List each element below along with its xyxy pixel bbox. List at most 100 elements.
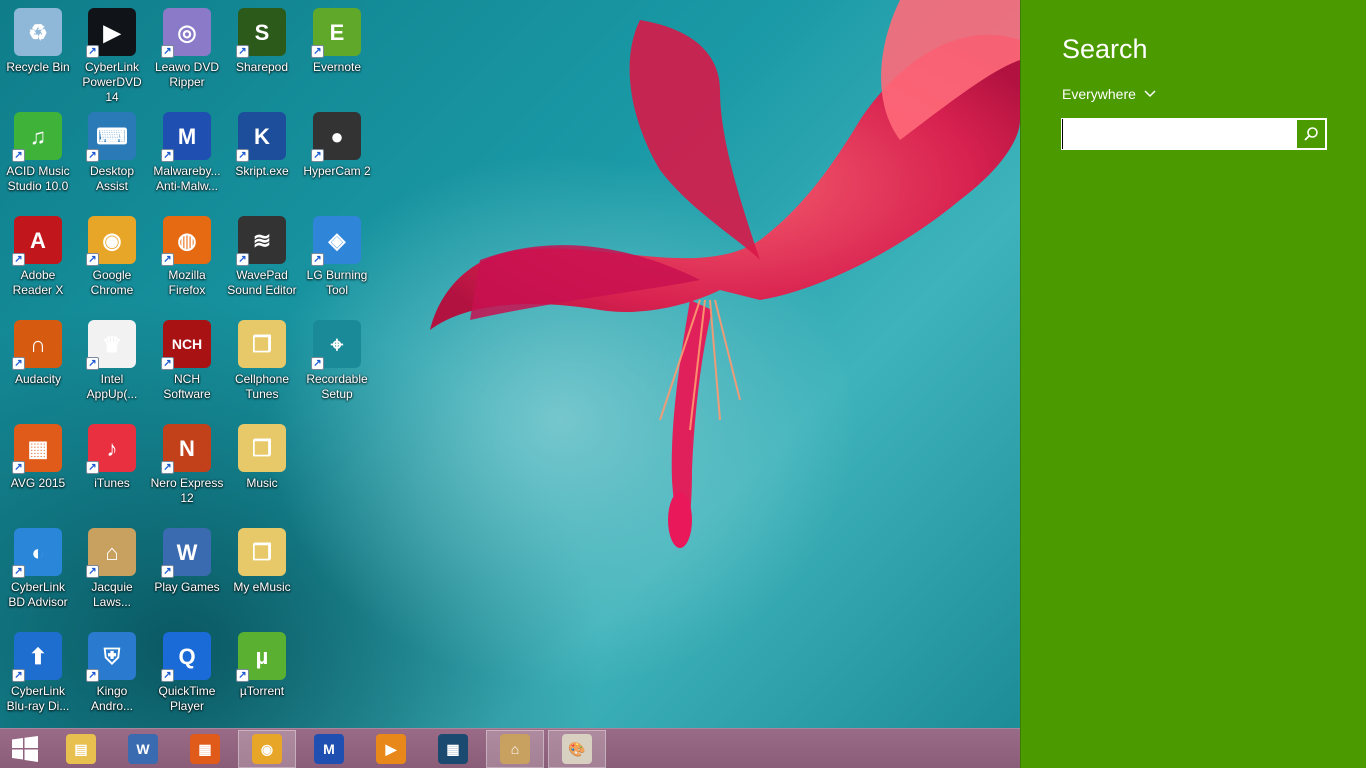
desktop-icon[interactable]: ◍ ↗ Mozilla Firefox: [149, 210, 225, 310]
desktop-icon[interactable]: ⌖ ↗ Recordable Setup: [299, 314, 375, 414]
shortcut-arrow-icon: ↗: [311, 45, 324, 58]
desktop-icon-label: Leawo DVD Ripper: [154, 60, 220, 89]
nero-icon: N ↗: [161, 424, 211, 474]
play-games-icon: W: [128, 734, 158, 764]
desktop-icon-label: Desktop Assist: [89, 164, 135, 193]
search-charm-pane: Search Everywhere: [1020, 0, 1366, 768]
jacquie-lawson-taskbar-button[interactable]: ⌂: [486, 730, 544, 768]
desktop-icon-label: Kingo Andro...: [90, 684, 134, 713]
folder-icon: ❒: [238, 320, 286, 368]
desktop-icon[interactable]: ♛ ↗ Intel AppUp(...: [74, 314, 150, 414]
shortcut-arrow-icon: ↗: [12, 149, 25, 162]
film-reel-icon: ▦: [438, 734, 468, 764]
shortcut-arrow-icon: ↗: [236, 253, 249, 266]
desktop-icon-label: CyberLink PowerDVD 14: [82, 60, 142, 104]
desktop-icon[interactable]: ◈ ↗ LG Burning Tool: [299, 210, 375, 310]
film-taskbar-button[interactable]: ▦: [424, 730, 482, 768]
search-input[interactable]: [1062, 119, 1296, 149]
jacquie-lawson-icon: ⌂ ↗: [86, 528, 136, 578]
desktop-icon[interactable]: NCH ↗ NCH Software: [149, 314, 225, 414]
desktop-icon[interactable]: ❒ Cellphone Tunes: [224, 314, 300, 414]
desktop-icon[interactable]: ▦ ↗ AVG 2015: [0, 418, 76, 518]
desktop-icon-label: CyberLink BD Advisor: [8, 580, 68, 609]
desktop-icon[interactable]: ♪ ↗ iTunes: [74, 418, 150, 518]
shortcut-arrow-icon: ↗: [236, 149, 249, 162]
desktop-icon[interactable]: N ↗ Nero Express 12: [149, 418, 225, 518]
avg-taskbar-button[interactable]: ▦: [176, 730, 234, 768]
leawo-dvd-icon: ◎ ↗: [161, 8, 211, 58]
desktop-icon[interactable]: ⌂ ↗ Jacquie Laws...: [74, 522, 150, 622]
desktop-icon[interactable]: ♻ Recycle Bin: [0, 2, 76, 102]
file-explorer-button[interactable]: ▤: [52, 730, 110, 768]
bluray-icon: ⬆ ↗: [12, 632, 62, 682]
desktop-icon-label: iTunes: [94, 476, 130, 490]
search-icon: [1304, 127, 1318, 141]
search-submit-button[interactable]: [1296, 119, 1326, 149]
desktop-icon[interactable]: ❒ My eMusic: [224, 522, 300, 622]
desktop-icon-label: HyperCam 2: [303, 164, 371, 178]
windows-logo-icon: [12, 736, 38, 762]
chrome-taskbar-button[interactable]: ◉: [238, 730, 296, 768]
desktop-icon-label: CyberLink Blu-ray Di...: [6, 684, 70, 713]
quicktime-icon: Q ↗: [161, 632, 211, 682]
media-player-taskbar-button[interactable]: ▶: [362, 730, 420, 768]
shortcut-arrow-icon: ↗: [86, 149, 99, 162]
search-box: [1061, 118, 1327, 150]
desktop-icon[interactable]: ❒ Music: [224, 418, 300, 518]
search-title: Search: [1062, 34, 1148, 64]
desktop-icon-label: Skript.exe: [235, 164, 289, 178]
desktop-icon-label: Malwareby... Anti-Malw...: [153, 164, 221, 193]
desktop-icon-label: Mozilla Firefox: [168, 268, 206, 297]
media-player-icon: ▶: [376, 734, 406, 764]
shortcut-arrow-icon: ↗: [311, 357, 324, 370]
desktop-icon[interactable]: ⬆ ↗ CyberLink Blu-ray Di...: [0, 626, 76, 726]
paint-taskbar-button[interactable]: 🎨: [548, 730, 606, 768]
desktop-icon[interactable]: K ↗ Skript.exe: [224, 106, 300, 206]
desktop-icon[interactable]: W ↗ Play Games: [149, 522, 225, 622]
folder-icon: ❒: [238, 424, 286, 472]
shortcut-arrow-icon: ↗: [12, 565, 25, 578]
desktop-icon[interactable]: µ ↗ µTorrent: [224, 626, 300, 726]
shortcut-arrow-icon: ↗: [86, 461, 99, 474]
desktop-icon-label: Recycle Bin: [6, 60, 70, 74]
desktop-icon[interactable]: ◉ ↗ Google Chrome: [74, 210, 150, 310]
sharepod-icon: S ↗: [236, 8, 286, 58]
desktop-icon[interactable]: ≋ ↗ WavePad Sound Editor: [224, 210, 300, 310]
desktop-icon[interactable]: Q ↗ QuickTime Player: [149, 626, 225, 726]
desktop-icon[interactable]: ◎ ↗ Leawo DVD Ripper: [149, 2, 225, 102]
search-scope-dropdown[interactable]: Everywhere: [1062, 86, 1156, 102]
hypercam-icon: ● ↗: [311, 112, 361, 162]
desktop-icon[interactable]: ♫ ↗ ACID Music Studio 10.0: [0, 106, 76, 206]
desktop-icon[interactable]: E ↗ Evernote: [299, 2, 375, 102]
skript-icon: K ↗: [236, 112, 286, 162]
desktop-icon[interactable]: ⛨ ↗ Kingo Andro...: [74, 626, 150, 726]
desktop-icon[interactable]: ● ↗ HyperCam 2: [299, 106, 375, 206]
desktop[interactable]: ♻ Recycle Bin ▶ ↗ CyberLink PowerDVD 14 ◎ ↗ Lea…: [0, 0, 1020, 728]
desktop-icon-label: Adobe Reader X: [12, 268, 64, 297]
shortcut-arrow-icon: ↗: [161, 565, 174, 578]
desktop-icon[interactable]: ▶ ↗ CyberLink PowerDVD 14: [74, 2, 150, 104]
malwarebytes-taskbar-button[interactable]: M: [300, 730, 358, 768]
nch-icon: NCH ↗: [161, 320, 211, 370]
chrome-icon: ◉: [252, 734, 282, 764]
desktop-icon[interactable]: S ↗ Sharepod: [224, 2, 300, 102]
desktop-icon[interactable]: M ↗ Malwareby... Anti-Malw...: [149, 106, 225, 206]
desktop-icon-label: Nero Express 12: [150, 476, 224, 505]
shortcut-arrow-icon: ↗: [86, 45, 99, 58]
play-games-taskbar-button[interactable]: W: [114, 730, 172, 768]
desktop-assist-icon: ⌨ ↗: [86, 112, 136, 162]
desktop-icon[interactable]: A ↗ Adobe Reader X: [0, 210, 76, 310]
desktop-icon[interactable]: ◐ ↗ CyberLink BD Advisor: [0, 522, 76, 622]
desktop-icon[interactable]: ∩ ↗ Audacity: [0, 314, 76, 414]
shortcut-arrow-icon: ↗: [86, 357, 99, 370]
avg-icon: ▦ ↗: [12, 424, 62, 474]
start-button[interactable]: [0, 730, 50, 768]
shortcut-arrow-icon: ↗: [161, 461, 174, 474]
chevron-down-icon: [1144, 90, 1156, 98]
recordable-icon: ⌖ ↗: [311, 320, 361, 370]
desktop-icon-label: My eMusic: [233, 580, 291, 594]
desktop-icon-label: Sharepod: [235, 60, 289, 74]
desktop-icon[interactable]: ⌨ ↗ Desktop Assist: [74, 106, 150, 206]
search-scope-label: Everywhere: [1062, 86, 1136, 102]
shortcut-arrow-icon: ↗: [161, 669, 174, 682]
